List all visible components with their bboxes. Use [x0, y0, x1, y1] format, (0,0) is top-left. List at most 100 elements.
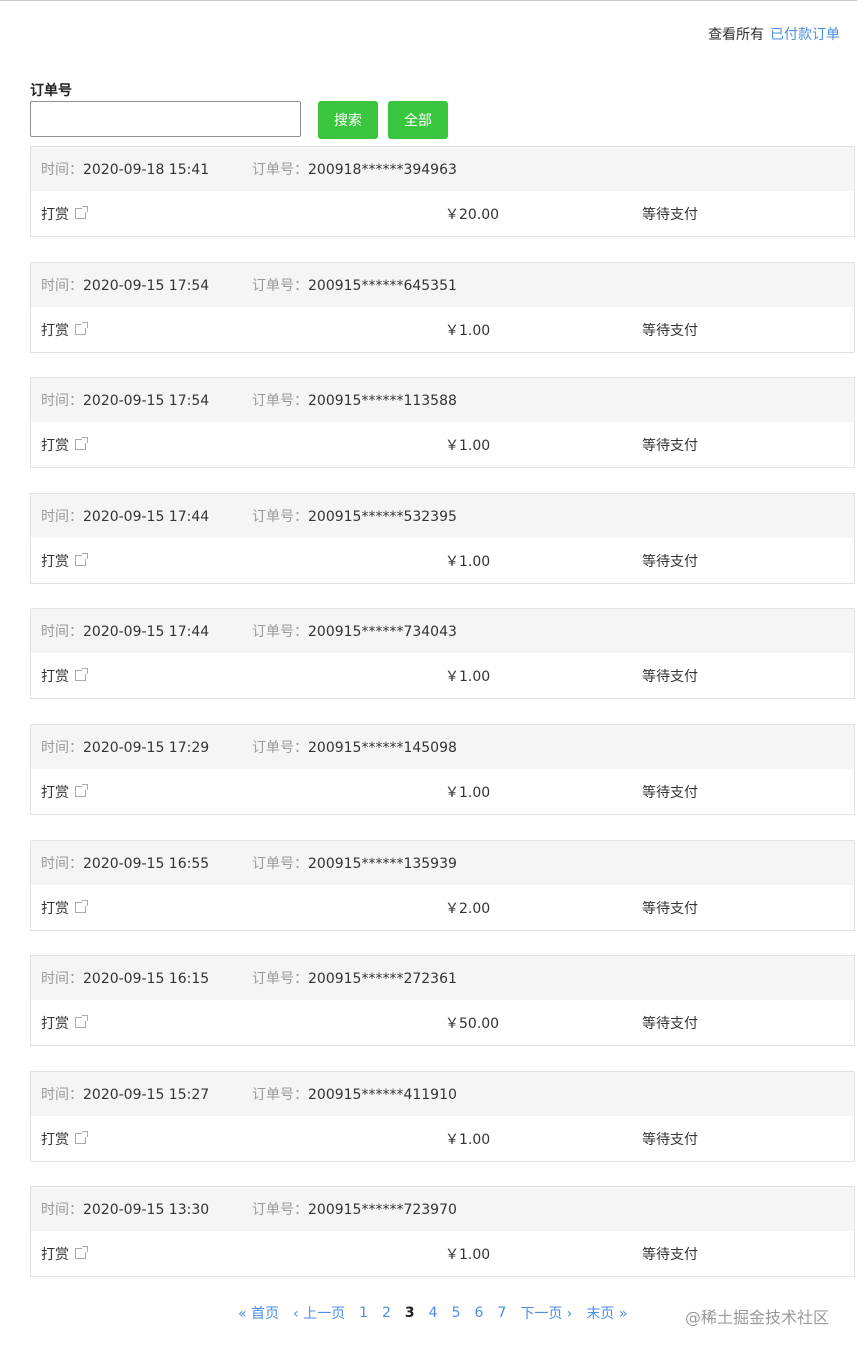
order-item-name: 打赏 — [41, 438, 69, 455]
order-item-name: 打赏 — [41, 207, 69, 223]
order-card: 时间：2020-09-15 13:30 订单号：200915******7239… — [30, 1186, 855, 1278]
time-label: 时间： — [41, 508, 83, 525]
time-value: 2020-09-15 17:54 — [83, 393, 210, 410]
order-item-link[interactable]: 打赏 — [41, 666, 88, 686]
order-item-link[interactable]: 打赏 — [41, 1244, 88, 1264]
order-price: ￥1.00 — [445, 438, 491, 455]
view-all-paid-orders: 查看所有 已付款订单 — [708, 24, 840, 44]
time-value: 2020-09-15 17:29 — [83, 739, 210, 756]
search-button[interactable]: 搜索 — [318, 101, 378, 139]
order-no-label: 订单号： — [252, 624, 308, 641]
order-price: ￥1.00 — [445, 669, 491, 686]
order-header: 时间：2020-09-15 17:44 订单号：200915******5323… — [31, 493, 854, 538]
order-card: 时间：2020-09-15 15:27 订单号：200915******4119… — [30, 1070, 855, 1162]
order-status: 等待支付 — [642, 1131, 698, 1148]
order-item-name: 打赏 — [41, 1131, 69, 1148]
order-item-link[interactable]: 打赏 — [41, 1129, 88, 1149]
order-no-label: 订单号： — [252, 508, 308, 525]
order-item-link[interactable]: 打赏 — [41, 435, 88, 455]
order-time: 时间：2020-09-15 13:30 — [41, 1199, 252, 1219]
order-body: 打赏 ￥1.00 等待支付 — [31, 1116, 854, 1161]
page-link-1[interactable]: 1 — [359, 1305, 368, 1321]
order-time: 时间：2020-09-15 15:27 — [41, 1084, 252, 1104]
external-link-icon — [75, 1246, 88, 1260]
order-card: 时间：2020-09-15 17:29 订单号：200915******1450… — [30, 723, 855, 815]
order-item-link[interactable]: 打赏 — [41, 204, 88, 224]
order-number: 订单号：200915******723970 — [252, 1199, 457, 1219]
order-item-name: 打赏 — [41, 900, 69, 917]
order-no-value: 200915******734043 — [308, 624, 457, 641]
last-page-link[interactable]: 末页 » — [586, 1303, 627, 1323]
first-page-link[interactable]: « 首页 — [238, 1303, 279, 1323]
external-link-icon — [75, 1130, 88, 1144]
paid-orders-link[interactable]: 已付款订单 — [770, 27, 840, 43]
time-value: 2020-09-15 16:55 — [83, 855, 210, 872]
order-no-label: 订单号： — [252, 1202, 308, 1219]
order-card: 时间：2020-09-18 15:41 订单号：200918******3949… — [30, 146, 855, 237]
external-link-icon — [75, 437, 88, 451]
time-value: 2020-09-15 17:54 — [83, 277, 210, 294]
order-time: 时间：2020-09-15 16:15 — [41, 968, 252, 988]
order-no-label: 订单号： — [252, 277, 308, 294]
time-label: 时间： — [41, 277, 83, 294]
order-body: 打赏 ￥1.00 等待支付 — [31, 653, 854, 698]
order-no-value: 200915******723970 — [308, 1202, 457, 1219]
order-body: 打赏 ￥1.00 等待支付 — [31, 538, 854, 583]
order-header: 时间：2020-09-15 17:54 订单号：200915******6453… — [31, 262, 854, 307]
order-header: 时间：2020-09-15 15:27 订单号：200915******4119… — [31, 1071, 854, 1116]
order-body: 打赏 ￥1.00 等待支付 — [31, 769, 854, 814]
order-card: 时间：2020-09-15 17:54 订单号：200915******1135… — [30, 377, 855, 469]
external-link-icon — [75, 783, 88, 797]
order-time: 时间：2020-09-15 16:55 — [41, 853, 252, 873]
order-body: 打赏 ￥20.00 等待支付 — [31, 191, 854, 236]
order-header: 时间：2020-09-18 15:41 订单号：200918******3949… — [31, 147, 854, 191]
order-number: 订单号：200918******394963 — [252, 159, 457, 179]
order-no-search-input[interactable] — [30, 101, 301, 137]
order-item-link[interactable]: 打赏 — [41, 551, 88, 571]
order-item-link[interactable]: 打赏 — [41, 320, 88, 340]
order-number: 订单号：200915******645351 — [252, 275, 457, 295]
order-header: 时间：2020-09-15 16:15 订单号：200915******2723… — [31, 956, 854, 1001]
prev-page-link[interactable]: ‹ 上一页 — [293, 1303, 345, 1323]
time-value: 2020-09-15 16:15 — [83, 971, 210, 988]
next-page-link[interactable]: 下一页 › — [520, 1303, 572, 1323]
order-price: ￥1.00 — [445, 322, 491, 339]
order-no-label: 订单号： — [252, 855, 308, 872]
time-label: 时间： — [41, 1202, 83, 1219]
time-label: 时间： — [41, 1086, 83, 1103]
order-no-label: 订单号： — [252, 1086, 308, 1103]
time-label: 时间： — [41, 624, 83, 641]
order-item-link[interactable]: 打赏 — [41, 1013, 88, 1033]
page-link-6[interactable]: 6 — [475, 1305, 484, 1321]
order-status: 等待支付 — [642, 207, 698, 223]
current-page: 3 — [404, 1305, 415, 1321]
all-button[interactable]: 全部 — [388, 101, 448, 139]
page-link-2[interactable]: 2 — [382, 1305, 391, 1321]
order-price: ￥1.00 — [445, 1131, 491, 1148]
order-time: 时间：2020-09-15 17:29 — [41, 737, 252, 757]
order-body: 打赏 ￥1.00 等待支付 — [31, 1231, 854, 1276]
order-item-link[interactable]: 打赏 — [41, 898, 88, 918]
order-card: 时间：2020-09-15 16:55 订单号：200915******1359… — [30, 839, 855, 931]
page-link-4[interactable]: 4 — [429, 1305, 438, 1321]
order-list: 时间：2020-09-18 15:41 订单号：200918******3949… — [30, 146, 855, 1302]
order-no-value: 200915******532395 — [308, 508, 457, 525]
order-no-label: 订单号： — [252, 971, 308, 988]
order-item-link[interactable]: 打赏 — [41, 782, 88, 802]
page-link-5[interactable]: 5 — [452, 1305, 461, 1321]
order-item-name: 打赏 — [41, 1247, 69, 1264]
order-no-value: 200915******645351 — [308, 277, 457, 294]
page-link-7[interactable]: 7 — [497, 1305, 506, 1321]
pagination: « 首页 ‹ 上一页 1234567 下一页 › 末页 » — [238, 1303, 627, 1323]
external-link-icon — [75, 206, 88, 219]
order-no-value: 200915******113588 — [308, 393, 457, 410]
time-label: 时间： — [41, 393, 83, 410]
order-header: 时间：2020-09-15 16:55 订单号：200915******1359… — [31, 840, 854, 885]
order-price: ￥1.00 — [445, 784, 491, 801]
time-label: 时间： — [41, 162, 83, 178]
order-status: 等待支付 — [642, 438, 698, 455]
order-status: 等待支付 — [642, 669, 698, 686]
order-number: 订单号：200915******113588 — [252, 390, 457, 410]
top-divider — [0, 0, 857, 1]
order-number: 订单号：200915******532395 — [252, 506, 457, 526]
